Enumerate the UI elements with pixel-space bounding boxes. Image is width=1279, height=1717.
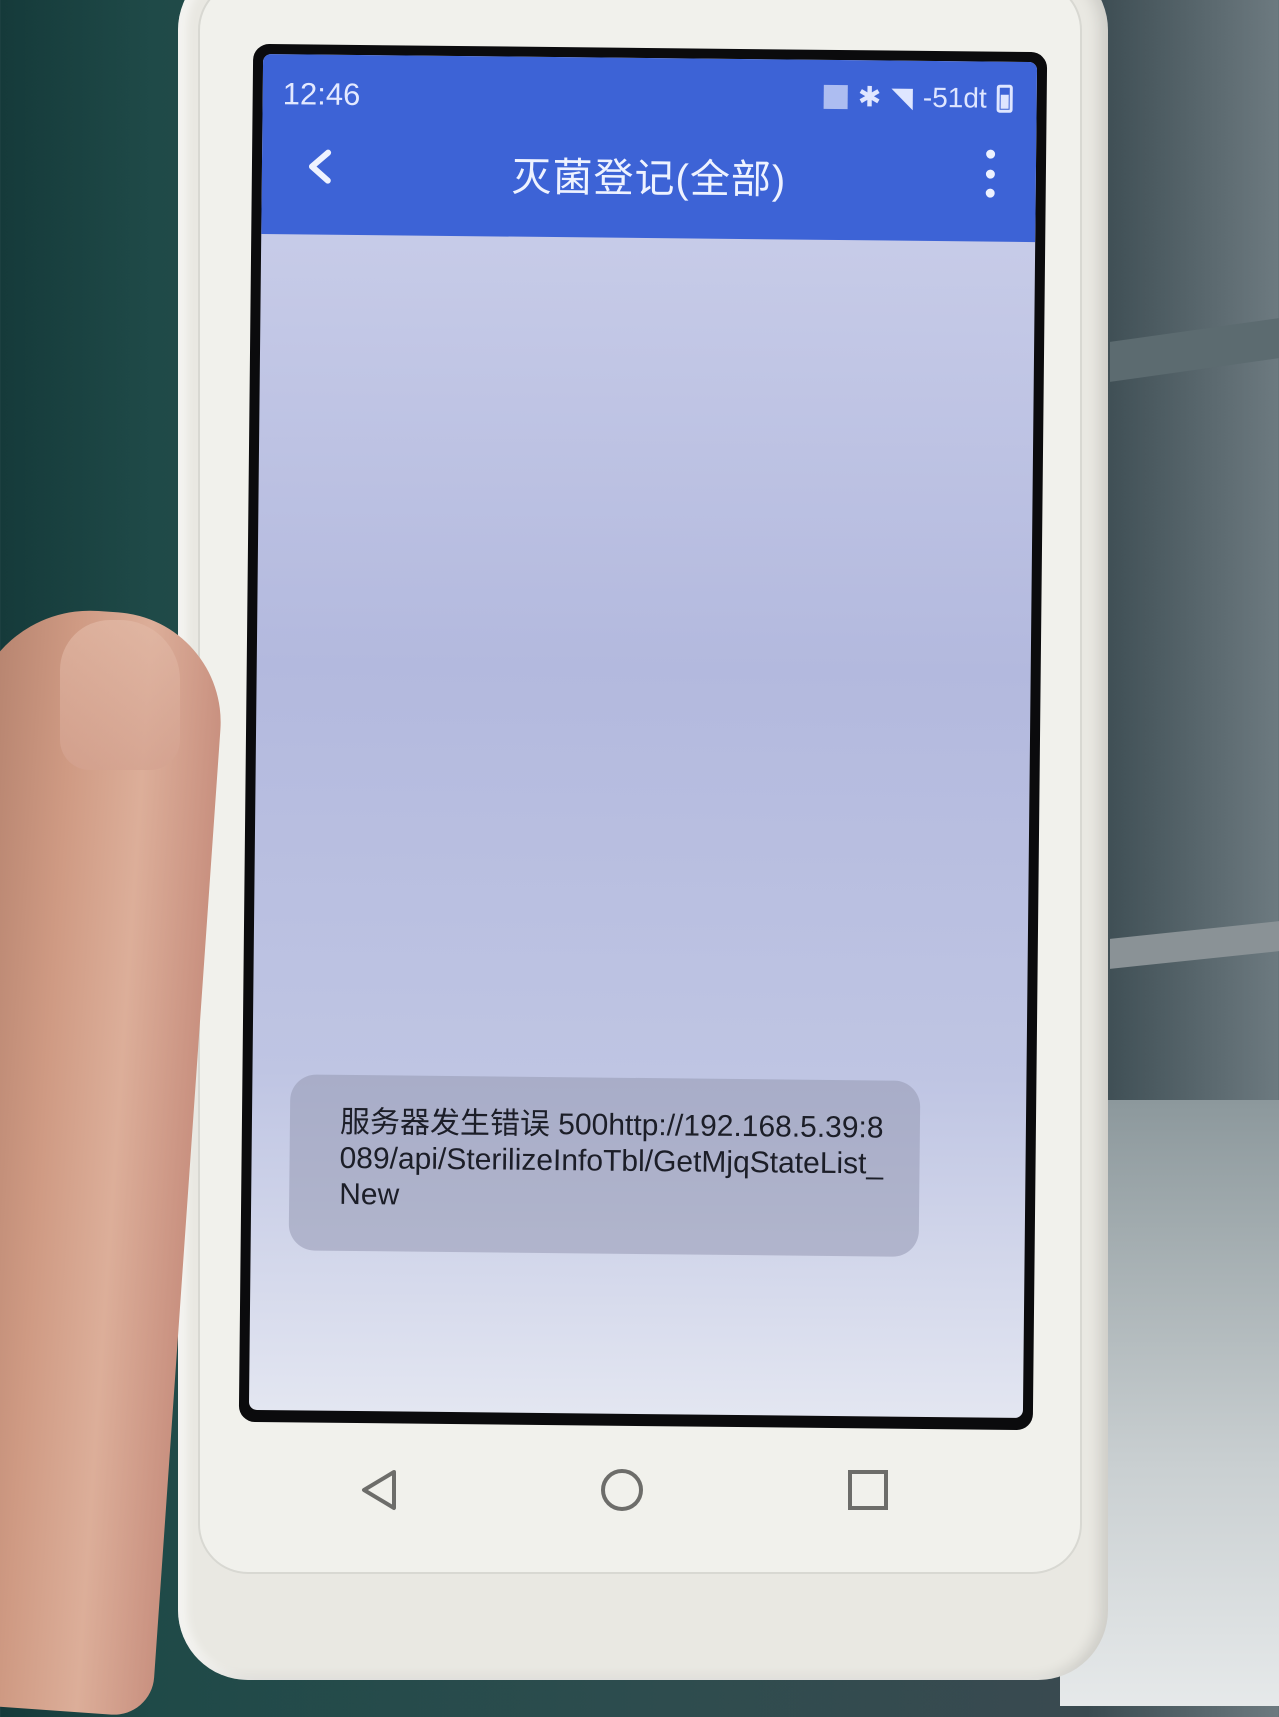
status-time: 12:46 [282,76,361,113]
notification-icon [823,84,848,109]
signal-strength: -51dt [922,81,987,114]
triangle-back-icon [362,1470,396,1510]
app-bar: 12:46 ✱ ◥ -51dt 灭菌登记(全部) [261,53,1038,243]
error-toast: 服务器发生错误 500http://192.168.5.39:8089/api/… [288,1074,921,1257]
toast-message: 服务器发生错误 500http://192.168.5.39:8089/api/… [339,1105,884,1212]
more-options-button[interactable] [980,149,1001,198]
bluetooth-icon: ✱ [857,81,882,113]
circle-home-icon [601,1469,643,1511]
background-rail [1110,921,1279,969]
background-rail [1110,318,1279,382]
thumb-nail [60,620,180,770]
nav-back-button[interactable] [350,1460,410,1520]
square-recent-icon [848,1470,888,1510]
app-screen: 12:46 ✱ ◥ -51dt 灭菌登记(全部) 服务器发生错误 500http… [248,53,1038,1419]
wifi-icon: ◥ [891,81,914,113]
nav-home-button[interactable] [592,1460,652,1520]
nav-recent-button[interactable] [838,1460,898,1520]
more-vert-dot [985,169,995,179]
screen-bezel: 12:46 ✱ ◥ -51dt 灭菌登记(全部) 服务器发生错误 500http… [238,43,1048,1431]
status-icons: ✱ ◥ -51dt [823,80,1013,115]
system-navigation-bar [200,1420,1080,1580]
more-vert-dot [985,188,995,198]
page-title: 灭菌登记(全部) [511,155,787,203]
battery-icon [996,84,1013,113]
more-vert-icon [985,149,995,159]
